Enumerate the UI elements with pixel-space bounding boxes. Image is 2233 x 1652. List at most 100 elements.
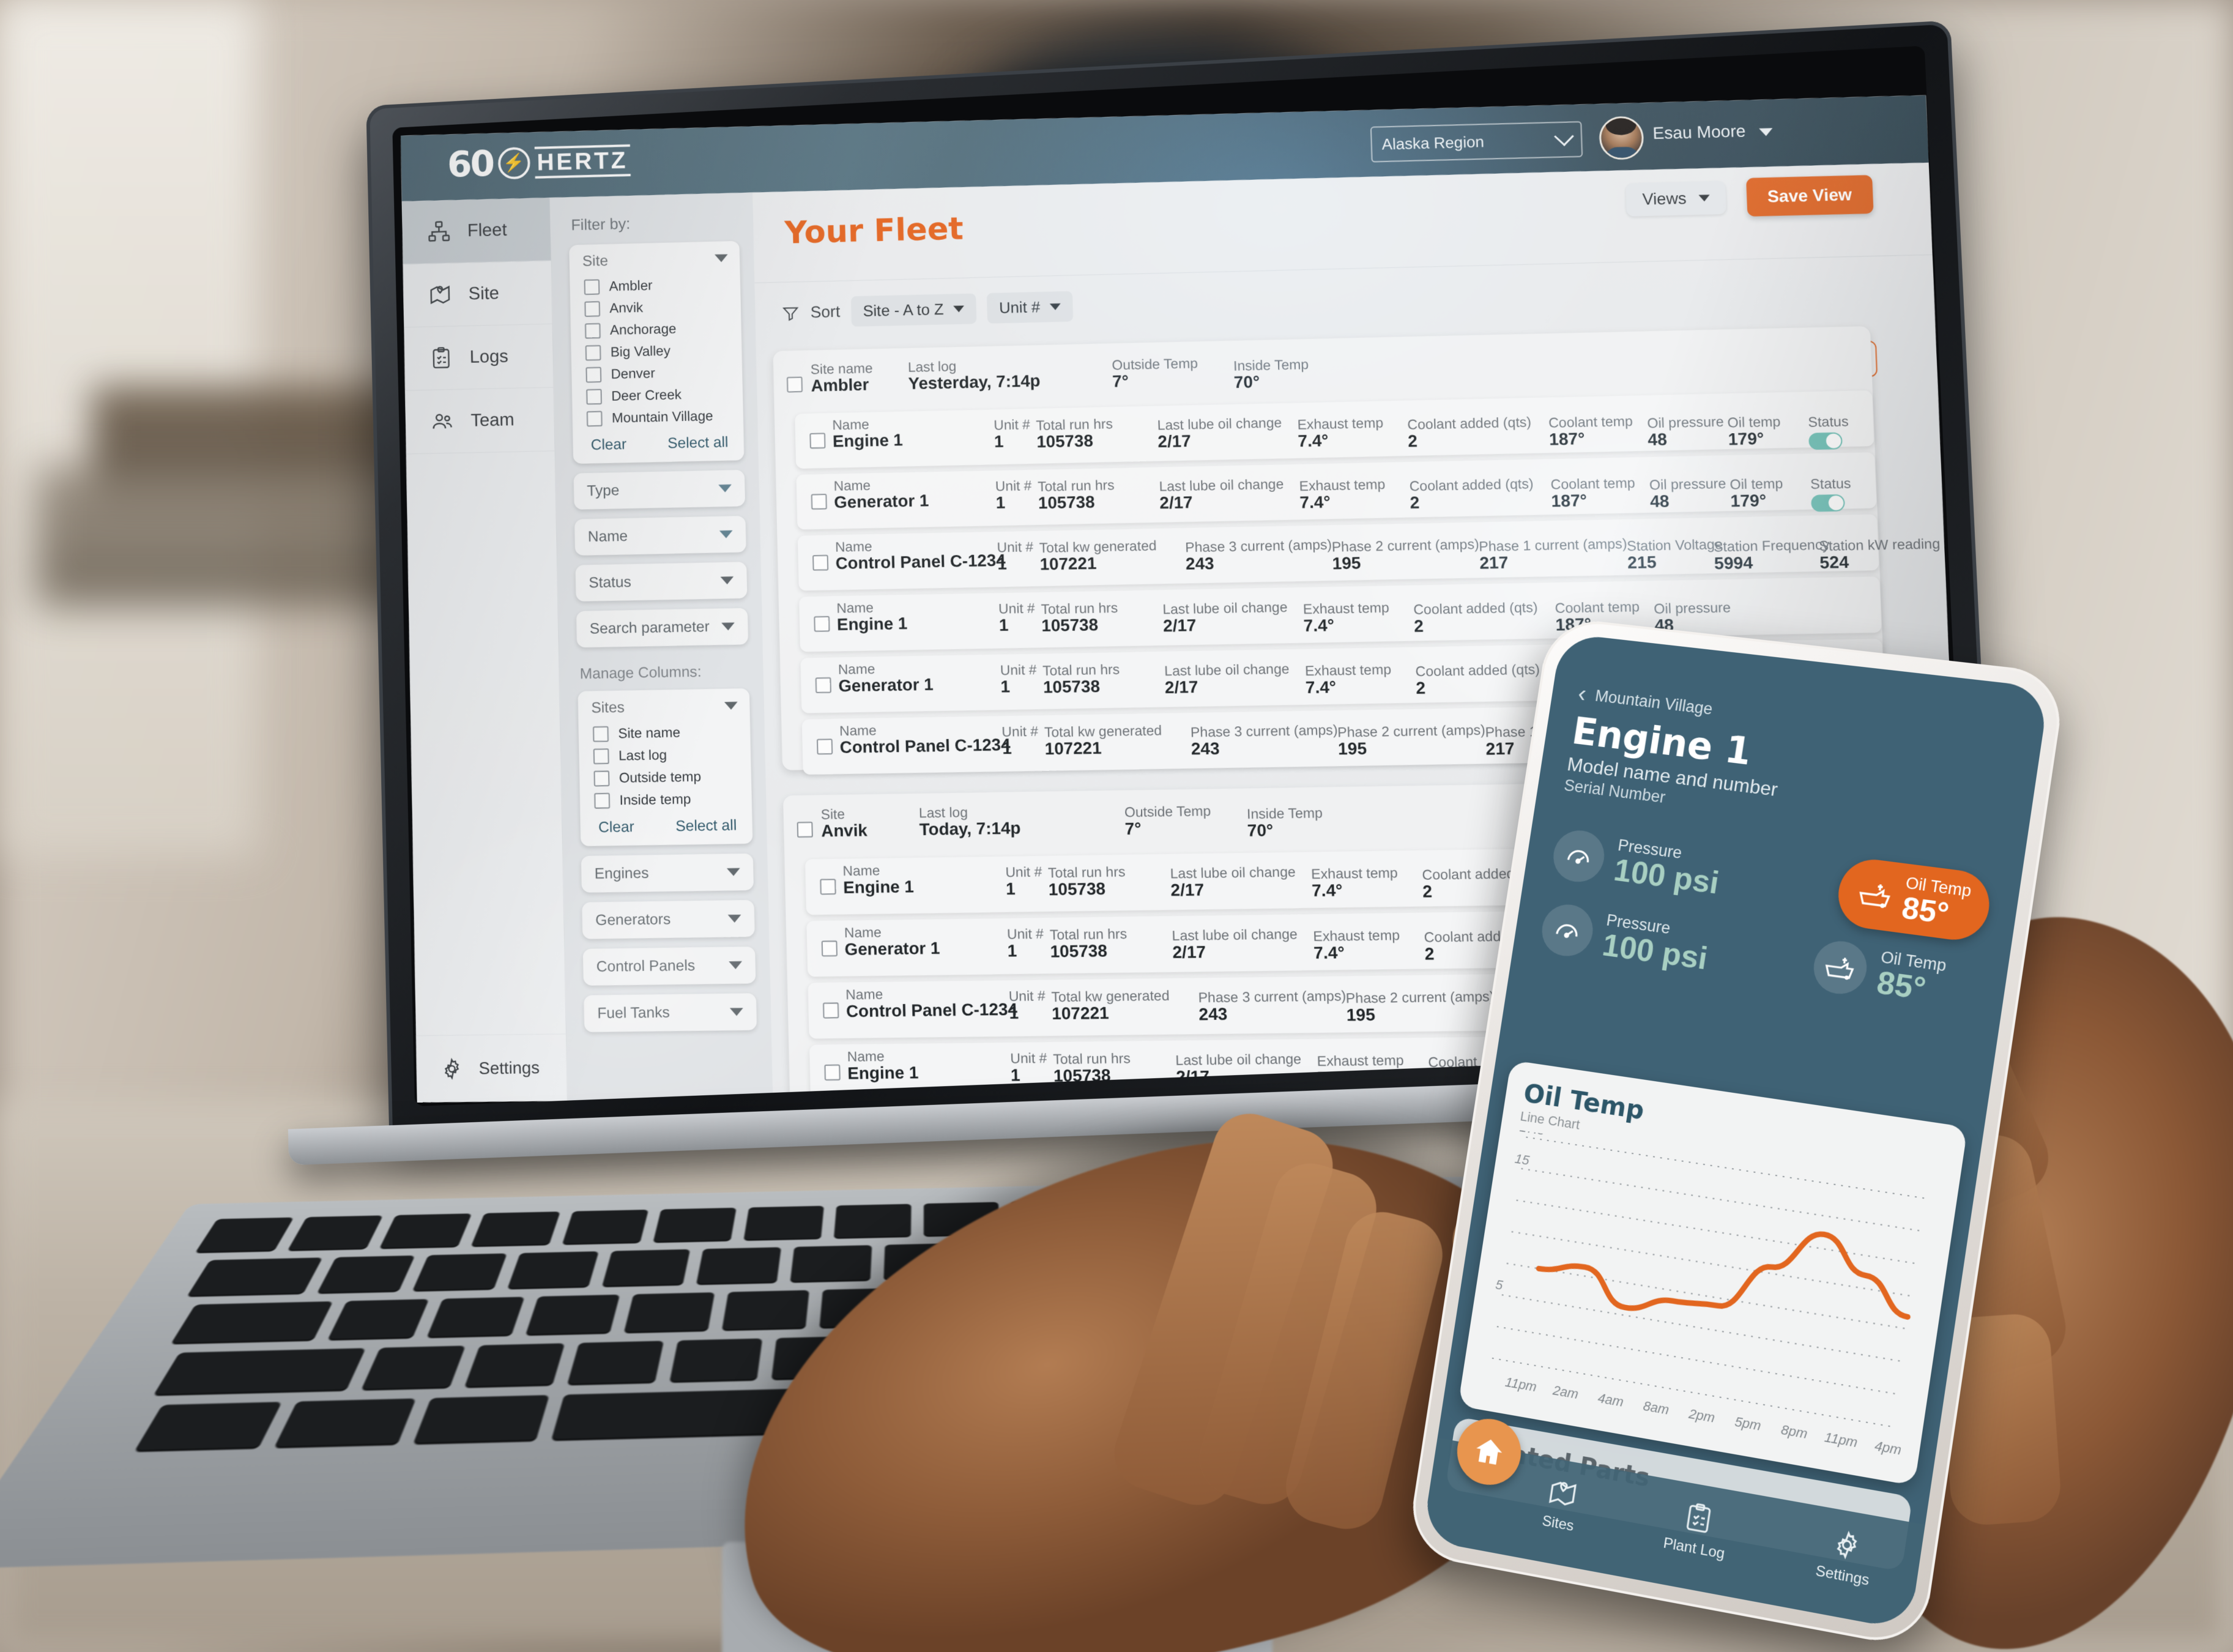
control-panels-columns-dropdown[interactable]: Control Panels [583, 947, 756, 986]
list-item[interactable]: Inside temp [580, 787, 752, 812]
checkbox[interactable] [594, 792, 610, 808]
brand-number: 60 [447, 146, 494, 183]
oil-can-icon [1810, 938, 1870, 997]
list-item[interactable]: Site name [578, 720, 750, 745]
cell-value: 217 [1479, 551, 1628, 573]
sidebar-item-site[interactable]: Site [403, 261, 552, 327]
oil-temp-badge[interactable]: Oil Temp 85° [1834, 855, 1994, 943]
svg-text:5pm: 5pm [1734, 1413, 1762, 1434]
clear-link[interactable]: Clear [591, 436, 627, 453]
search-parameter-dropdown[interactable]: Search parameter [576, 608, 748, 648]
cell-value: 179° [1730, 491, 1784, 512]
column-header: Status [1810, 476, 1851, 491]
column-header: Coolant temp [1555, 599, 1640, 616]
cell-value: 243 [1186, 552, 1333, 574]
cell-value: 105738 [1048, 879, 1126, 900]
cell-value: 7.4° [1299, 491, 1386, 512]
checkbox[interactable] [584, 279, 600, 295]
clear-link[interactable]: Clear [598, 819, 634, 836]
views-dropdown[interactable]: Views [1626, 181, 1726, 217]
nav-item-label: Sites [1541, 1512, 1575, 1535]
list-item[interactable]: Mountain Village [572, 404, 743, 430]
cell-value: 179° [1728, 429, 1782, 450]
column-header: Name [845, 985, 1017, 1002]
column-header: Station Frequency [1713, 537, 1829, 554]
checkbox[interactable] [585, 344, 601, 360]
oil-temp-line-chart: 17.515511pm2am4am8am2pm5pm8pm11pm4pm [1477, 1130, 1939, 1472]
cell-value: 7.4° [1303, 615, 1390, 636]
engines-columns-dropdown[interactable]: Engines [581, 854, 754, 893]
checkbox[interactable] [814, 616, 830, 632]
list-item[interactable]: Deer Creek [572, 382, 743, 408]
list-item[interactable]: Outside temp [579, 765, 752, 790]
unit-select[interactable]: Unit # [987, 291, 1073, 324]
select-all-link[interactable]: Select all [667, 434, 729, 452]
status-filter-dropdown[interactable]: Status [575, 562, 747, 601]
sort-select[interactable]: Site - A to Z [850, 294, 976, 327]
cell-value: 7.4° [1313, 942, 1401, 963]
checkbox[interactable] [820, 879, 836, 895]
generators-columns-dropdown[interactable]: Generators [582, 900, 755, 939]
column-header: Exhaust temp [1313, 928, 1400, 943]
select-all-link[interactable]: Select all [675, 817, 737, 835]
checkbox[interactable] [822, 940, 838, 956]
column-header: Name [836, 600, 907, 616]
column-header: Station kW reading [1819, 536, 1941, 553]
filter-funnel-icon [781, 304, 800, 322]
column-header: Name [833, 477, 928, 493]
chevron-down-icon [719, 530, 733, 538]
list-item[interactable]: Last log [579, 742, 751, 767]
cell-value: 2 [1414, 614, 1539, 636]
column-header: Last lube oil change [1159, 477, 1284, 494]
save-view-button[interactable]: Save View [1746, 175, 1874, 217]
checkbox[interactable] [587, 411, 603, 426]
column-header: Exhaust temp [1317, 1052, 1404, 1068]
page-title: Your Fleet [784, 211, 964, 251]
nav-item-label: Settings [1815, 1563, 1871, 1590]
checkbox[interactable] [584, 301, 600, 317]
checkbox[interactable] [812, 555, 828, 571]
checkbox[interactable] [824, 1065, 840, 1081]
checkbox[interactable] [797, 822, 813, 838]
column-header: Total run hrs [1053, 1051, 1131, 1067]
column-header: Coolant added (qts) [1415, 662, 1540, 679]
checkbox[interactable] [816, 677, 831, 693]
site-filter-header[interactable]: Site [569, 241, 740, 277]
checkbox[interactable] [593, 726, 609, 742]
checkbox[interactable] [787, 377, 803, 393]
sidebar-item-logs[interactable]: Logs [404, 324, 553, 391]
checkbox[interactable] [593, 770, 609, 786]
checkbox[interactable] [585, 366, 601, 382]
checkbox[interactable] [593, 748, 609, 764]
checkbox[interactable] [586, 389, 602, 404]
column-header: Outside Temp [1124, 803, 1211, 819]
list-item-label: Deer Creek [611, 387, 682, 404]
nav-item-settings[interactable]: Settings [1815, 1523, 1876, 1590]
user-menu[interactable]: Esau Moore [1652, 121, 1773, 143]
name-filter-dropdown[interactable]: Name [574, 516, 746, 556]
column-header: Coolant temp [1548, 414, 1633, 430]
checkbox[interactable] [817, 739, 833, 754]
type-filter-dropdown[interactable]: Type [573, 470, 745, 510]
list-item[interactable]: Denver [571, 360, 743, 386]
sort-value: Site - A to Z [863, 300, 944, 321]
checkbox[interactable] [811, 494, 827, 510]
checkbox[interactable] [585, 322, 601, 338]
sort-label: Sort [810, 303, 840, 322]
sidebar-nav: Fleet Site Logs Team Settings [402, 198, 568, 1103]
sidebar-item-settings[interactable]: Settings [416, 1033, 591, 1103]
filter-panel: Filter by: Site Ambler Anvik Anchorage B… [551, 193, 773, 1101]
nav-item-plant-log[interactable]: Plant Log [1662, 1495, 1732, 1563]
status-toggle[interactable] [1811, 494, 1845, 512]
nav-item-sites[interactable]: Sites [1540, 1474, 1581, 1536]
status-toggle[interactable] [1808, 433, 1843, 450]
region-selector[interactable]: Alaska Region [1370, 121, 1583, 163]
checkbox[interactable] [809, 433, 825, 448]
chevron-down-icon [727, 868, 740, 876]
avatar[interactable] [1599, 116, 1644, 160]
sidebar-item-team[interactable]: Team [405, 387, 554, 454]
sites-columns-header[interactable]: Sites [578, 688, 750, 723]
fuel-tanks-columns-dropdown[interactable]: Fuel Tanks [584, 993, 757, 1032]
sidebar-item-fleet[interactable]: Fleet [402, 198, 551, 264]
checkbox[interactable] [823, 1002, 839, 1018]
